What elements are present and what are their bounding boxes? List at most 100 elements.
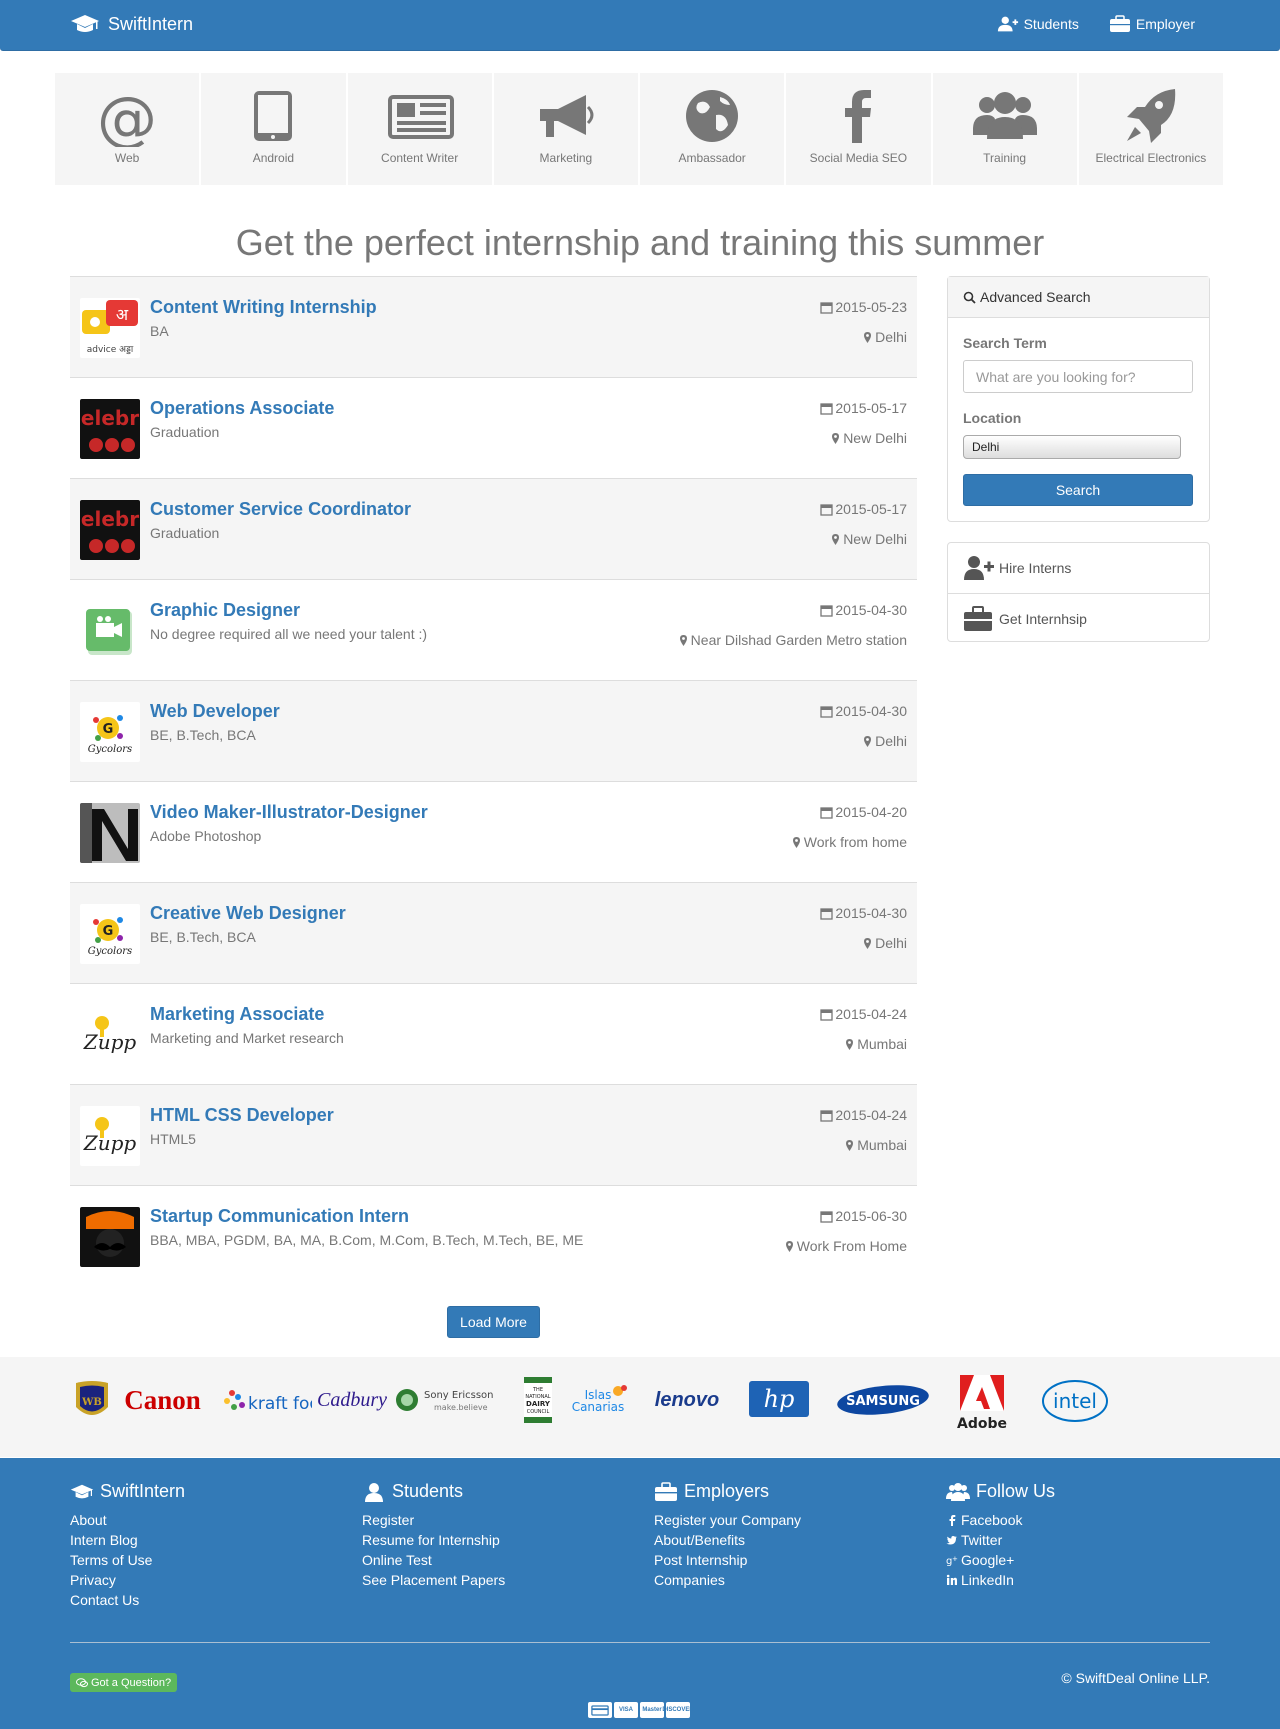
job-title[interactable]: Customer Service Coordinator bbox=[150, 499, 411, 520]
hire-interns-link[interactable]: Hire Interns bbox=[948, 543, 1209, 593]
briefcase-icon bbox=[655, 1481, 677, 1501]
category-tiles: @ Web Android Content Writer Marketing A… bbox=[55, 73, 1223, 185]
footer-link-benefits[interactable]: About/Benefits bbox=[654, 1530, 801, 1550]
category-training[interactable]: Training bbox=[932, 73, 1077, 185]
hero-heading: Get the perfect internship and training … bbox=[235, 222, 1045, 263]
footer-link-contact[interactable]: Contact Us bbox=[70, 1590, 185, 1610]
location-select[interactable]: Delhi bbox=[963, 435, 1181, 459]
footer-link-placement-papers[interactable]: See Placement Papers bbox=[362, 1570, 505, 1590]
job-card[interactable]: Zupp Marketing Associate Marketing and M… bbox=[70, 983, 917, 1084]
job-title[interactable]: Video Maker-Illustrator-Designer bbox=[150, 802, 428, 823]
category-marketing[interactable]: Marketing bbox=[493, 73, 638, 185]
get-internship-link[interactable]: Get Internhsip bbox=[948, 593, 1209, 643]
category-android[interactable]: Android bbox=[201, 73, 346, 185]
kraft-foods-logo: kraft foods bbox=[222, 1383, 312, 1419]
footer-link-online-test[interactable]: Online Test bbox=[362, 1550, 505, 1570]
hire-interns-label: Hire Interns bbox=[999, 560, 1072, 576]
footer-heading-text: SwiftIntern bbox=[100, 1481, 186, 1501]
brand-link[interactable]: SwiftIntern bbox=[70, 13, 193, 35]
footer-link-intern-blog[interactable]: Intern Blog bbox=[70, 1530, 185, 1550]
job-date: 2015-04-24 bbox=[820, 1006, 907, 1022]
category-label: Web bbox=[114, 151, 140, 165]
rocket-icon bbox=[1126, 89, 1176, 143]
job-card[interactable]: G Gycolors Creative Web Designer BE, B.Te… bbox=[70, 882, 917, 983]
job-card[interactable]: G Gycolors Web Developer BE, B.Tech, BCA … bbox=[70, 680, 917, 781]
job-qualification: Marketing and Market research bbox=[150, 1030, 344, 1046]
category-content-writer[interactable]: Content Writer bbox=[347, 73, 492, 185]
user-plus-icon bbox=[964, 556, 994, 580]
job-qualification: Graduation bbox=[150, 525, 220, 541]
lenovo-logo: lenovo bbox=[654, 1388, 720, 1411]
footer-link-post-internship[interactable]: Post Internship bbox=[654, 1550, 801, 1570]
search-button[interactable]: Search bbox=[963, 474, 1193, 506]
job-title[interactable]: Content Writing Internship bbox=[150, 297, 377, 318]
adobe-logo: Adobe bbox=[954, 1375, 1010, 1435]
job-card[interactable]: elebr Operations Associate Graduation 20… bbox=[70, 377, 917, 478]
footer-link-terms[interactable]: Terms of Use bbox=[70, 1550, 185, 1570]
job-qualification: BE, B.Tech, BCA bbox=[150, 929, 256, 945]
job-date: 2015-04-30 bbox=[820, 905, 907, 921]
facebook-icon bbox=[845, 90, 872, 143]
footer-link-about[interactable]: About bbox=[70, 1510, 185, 1530]
calendar-icon bbox=[820, 907, 834, 920]
job-card[interactable]: अ advice अड्डा Content Writing Internship… bbox=[70, 276, 917, 377]
job-card[interactable]: elebr Customer Service Coordinator Gradu… bbox=[70, 478, 917, 579]
category-label: Electrical Electronics bbox=[1095, 151, 1207, 165]
job-date: 2015-04-30 bbox=[820, 602, 907, 618]
category-electrical-electronics[interactable]: Electrical Electronics bbox=[1078, 73, 1223, 185]
footer-link-resume[interactable]: Resume for Internship bbox=[362, 1530, 505, 1550]
job-date-value: 2015-05-17 bbox=[835, 400, 907, 416]
job-date-value: 2015-04-20 bbox=[835, 804, 907, 820]
category-label: Training bbox=[983, 151, 1027, 165]
job-card[interactable]: Zupp HTML CSS Developer HTML5 2015-04-24… bbox=[70, 1084, 917, 1185]
intel-text: intel bbox=[1053, 1389, 1097, 1413]
job-card[interactable]: Graphic Designer No degree required all … bbox=[70, 579, 917, 680]
footer-link-register[interactable]: Register bbox=[362, 1510, 505, 1530]
map-marker-icon bbox=[832, 533, 840, 545]
svg-text:advice अड्डा: advice अड्डा bbox=[87, 345, 134, 355]
canarias-text: Canarias bbox=[572, 1400, 625, 1414]
job-title[interactable]: Startup Communication Intern bbox=[150, 1206, 409, 1227]
calendar-icon bbox=[820, 301, 834, 314]
footer-link-register-company[interactable]: Register your Company bbox=[654, 1510, 801, 1530]
footer-link-companies[interactable]: Companies bbox=[654, 1570, 801, 1590]
nav-employer-link[interactable]: Employer bbox=[1109, 15, 1195, 33]
job-title[interactable]: Operations Associate bbox=[150, 398, 334, 419]
job-location-value: Delhi bbox=[875, 733, 907, 749]
job-title[interactable]: Marketing Associate bbox=[150, 1004, 324, 1025]
job-title[interactable]: Creative Web Designer bbox=[150, 903, 346, 924]
job-location: Near Dilshad Garden Metro station bbox=[677, 632, 907, 648]
footer-link-facebook[interactable]: Facebook bbox=[946, 1510, 1055, 1530]
partner-brands-strip: WB Canon kraft foods Cadbury Sony Ericss… bbox=[0, 1357, 1280, 1457]
cadbury-logo: Cadbury bbox=[317, 1388, 387, 1411]
footer-link-linkedin[interactable]: LinkedIn bbox=[946, 1570, 1055, 1590]
islas-canarias-logo: Islas Canarias bbox=[568, 1379, 634, 1419]
job-card[interactable]: Video Maker-Illustrator-Designer Adobe P… bbox=[70, 781, 917, 882]
sony-ericsson-text: Sony Ericsson bbox=[424, 1390, 493, 1401]
footer-link-twitter[interactable]: Twitter bbox=[946, 1530, 1055, 1550]
search-term-input[interactable] bbox=[963, 360, 1193, 393]
footer-link-google-plus[interactable]: g + Google+ bbox=[946, 1550, 1055, 1570]
footer-heading-text: Students bbox=[392, 1481, 464, 1501]
got-a-question-button[interactable]: Got a Question? bbox=[70, 1673, 178, 1692]
job-qualification: Adobe Photoshop bbox=[150, 828, 262, 844]
footer-link-privacy[interactable]: Privacy bbox=[70, 1570, 185, 1590]
job-card[interactable]: Startup Communication Intern BBA, MBA, P… bbox=[70, 1185, 917, 1286]
job-qualification: BBA, MBA, PGDM, BA, MA, B.Com, M.Com, B.… bbox=[150, 1232, 584, 1248]
category-ambassador[interactable]: Ambassador bbox=[640, 73, 785, 185]
nav-students-link[interactable]: Students bbox=[997, 15, 1079, 33]
category-social-media-seo[interactable]: Social Media SEO bbox=[786, 73, 931, 185]
job-title[interactable]: Web Developer bbox=[150, 701, 280, 722]
job-date-value: 2015-04-30 bbox=[835, 703, 907, 719]
category-web[interactable]: @ Web bbox=[55, 73, 200, 185]
load-more-button[interactable]: Load More bbox=[447, 1306, 540, 1338]
make-believe-text: make.believe bbox=[434, 1403, 488, 1412]
job-title[interactable]: Graphic Designer bbox=[150, 600, 300, 621]
advanced-search-title: Advanced Search bbox=[980, 289, 1091, 305]
credit-card-icon bbox=[588, 1702, 612, 1718]
svg-text:+: + bbox=[952, 1555, 958, 1563]
job-qualification: BA bbox=[150, 323, 169, 339]
job-location-value: Mumbai bbox=[857, 1036, 907, 1052]
job-location: New Delhi bbox=[829, 531, 907, 547]
job-title[interactable]: HTML CSS Developer bbox=[150, 1105, 334, 1126]
